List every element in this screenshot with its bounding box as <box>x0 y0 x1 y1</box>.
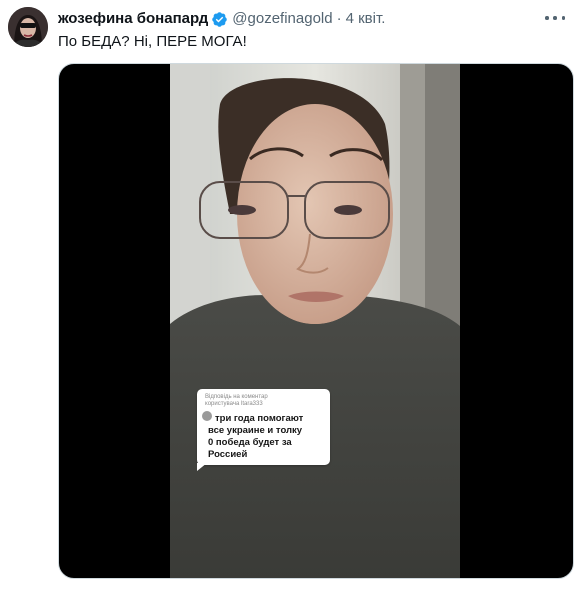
comment-line3: 0 победа будет за <box>208 437 292 448</box>
video-comment-sticker: Відповідь на коментар користувача ltara3… <box>197 389 330 471</box>
separator-dot: · <box>336 10 342 27</box>
avatar[interactable] <box>8 7 48 47</box>
verified-badge-icon <box>211 11 228 28</box>
comment-tail <box>197 463 207 471</box>
tweet-header: жозефина бонапард @gozefinagold · 4 квіт… <box>58 9 385 29</box>
tweet-card: жозефина бонапард @gozefinagold · 4 квіт… <box>0 0 579 590</box>
user-handle[interactable]: @gozefinagold <box>232 9 332 29</box>
tweet-text: По БЕДА? Ні, ПЕРЕ МОГА! <box>58 33 247 50</box>
more-options-icon[interactable] <box>545 10 565 26</box>
comment-line4: Россией <box>208 449 248 460</box>
comment-line1: три года помогают <box>215 413 304 424</box>
comment-reply-line2: користувача ltara333 <box>205 401 263 407</box>
video-still <box>170 64 460 578</box>
comment-reply-header: Відповідь на коментар користувача ltara3… <box>205 394 268 408</box>
avatar-image <box>8 7 48 47</box>
video-frame: Відповідь на коментар користувача ltara3… <box>170 64 460 578</box>
timestamp[interactable]: 4 квіт. <box>346 9 386 29</box>
comment-avatar <box>202 411 212 421</box>
display-name[interactable]: жозефина бонапард <box>58 9 208 29</box>
comment-reply-line1: Відповідь на коментар <box>205 394 268 400</box>
comment-line2: все украине и толку <box>208 425 303 436</box>
video-player[interactable]: Відповідь на коментар користувача ltara3… <box>58 63 574 579</box>
